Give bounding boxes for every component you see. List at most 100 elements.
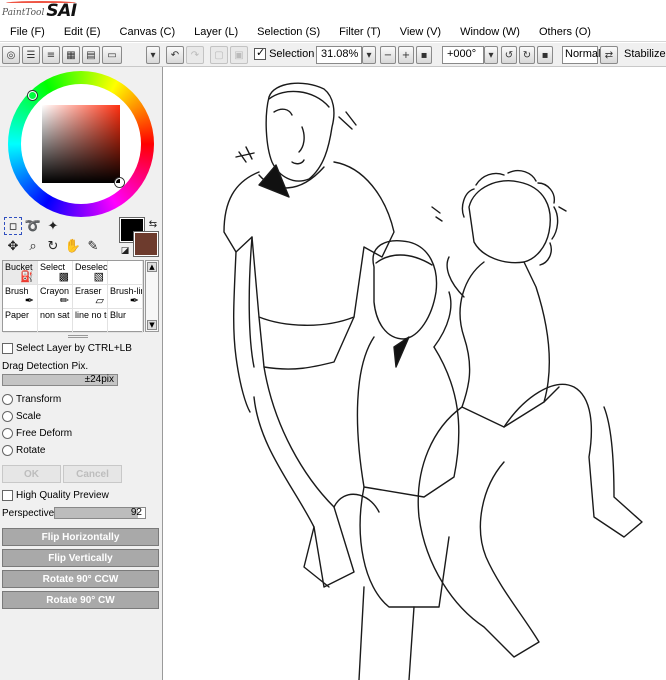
zoom-dropdown-icon[interactable]: ▾	[362, 46, 376, 64]
brush-scrollbar[interactable]: ▲ ▼	[145, 260, 159, 332]
high-quality-preview-label: High Quality Preview	[16, 490, 109, 501]
zoom-reset-icon[interactable]: ▪	[416, 46, 432, 64]
perspective-value: 92	[130, 507, 142, 518]
selection-label: Selection	[269, 48, 315, 60]
panel-resize-handle[interactable]	[68, 335, 88, 338]
zoom-out-icon[interactable]: −	[380, 46, 396, 64]
hue-picker-icon[interactable]	[28, 91, 37, 100]
color-sliders-tab-icon[interactable]: ☰	[22, 46, 40, 64]
zoom-field[interactable]: 31.08%	[316, 46, 362, 64]
transform-radio[interactable]	[2, 394, 13, 405]
rotate-tool-icon[interactable]: ↻	[44, 237, 62, 255]
rotate-ccw-button[interactable]: Rotate 90° CCW	[2, 570, 159, 588]
move-icon[interactable]: ✥	[4, 237, 22, 255]
brush-slot-blur[interactable]: Blur	[108, 309, 143, 333]
hue-ring[interactable]	[8, 71, 154, 217]
menu-window[interactable]: Window (W)	[450, 26, 529, 38]
eraser-icon: ▱	[95, 295, 104, 307]
select-layer-ctrl-option[interactable]: Select Layer by CTRL+LB	[2, 343, 132, 354]
brush-slot-line-no-te[interactable]: line no te	[73, 309, 108, 333]
select-layer-ctrl-checkbox[interactable]	[2, 343, 13, 354]
brush-slot-non-sat[interactable]: non sat	[38, 309, 73, 333]
drag-detection-label: Drag Detection Pix.	[2, 361, 89, 372]
rotation-field[interactable]: +000°	[442, 46, 484, 64]
brush-slot-crayon[interactable]: Crayon ✏	[38, 285, 73, 309]
brush-icon: ✒	[24, 295, 34, 307]
menu-file[interactable]: File (F)	[0, 26, 54, 38]
invert-selection-icon[interactable]: ▣	[230, 46, 248, 64]
blend-mode-field[interactable]: Normal	[562, 46, 600, 64]
brush-slot-empty[interactable]	[108, 261, 143, 285]
scratchpad-tab-icon[interactable]: ▭	[102, 46, 122, 64]
stabilizer-label: Stabilizer	[624, 48, 666, 60]
brush-slot-eraser[interactable]: Eraser ▱	[73, 285, 108, 309]
menu-layer[interactable]: Layer (L)	[184, 26, 247, 38]
rect-select-icon[interactable]: ▫	[4, 217, 22, 235]
scroll-down-icon[interactable]: ▼	[147, 320, 157, 330]
rotation-reset-icon[interactable]: ▪	[537, 46, 553, 64]
rotate-cw-button[interactable]: Rotate 90° CW	[2, 591, 159, 609]
flip-vertically-button[interactable]: Flip Vertically	[2, 549, 159, 567]
panel-menu-icon[interactable]: ▾	[146, 46, 160, 64]
brush-name: non sat	[40, 310, 70, 320]
brush-slot-bucket[interactable]: Bucket ⛽	[3, 261, 38, 285]
saturation-value-square[interactable]	[42, 105, 124, 187]
transform-option[interactable]: Transform	[2, 394, 61, 405]
magic-wand-icon[interactable]: ✦	[44, 217, 62, 235]
free-deform-radio[interactable]	[2, 428, 13, 439]
zoom-in-icon[interactable]: +	[398, 46, 414, 64]
brush-name: Paper	[5, 310, 30, 320]
menu-edit[interactable]: Edit (E)	[54, 26, 110, 38]
brush-slot-brush[interactable]: Brush ✒	[3, 285, 38, 309]
menu-filter[interactable]: Filter (T)	[329, 26, 390, 38]
background-color-swatch[interactable]	[134, 232, 158, 256]
transform-label: Transform	[16, 394, 62, 405]
color-swatches-tab-icon[interactable]: ▦	[62, 46, 80, 64]
brush-slot-deselect[interactable]: Deselect ▧	[73, 261, 108, 285]
scale-option[interactable]: Scale	[2, 411, 41, 422]
app-logo: PaintTool SAI	[2, 1, 77, 21]
color-wheel-tab-icon[interactable]: ◎	[2, 46, 20, 64]
logo-swoosh	[6, 1, 76, 5]
color-mixer-tab-icon[interactable]: ▤	[82, 46, 100, 64]
brush-slot-select[interactable]: Select ▩	[38, 261, 73, 285]
rotate-radio[interactable]	[2, 445, 13, 456]
high-quality-preview-option[interactable]: High Quality Preview	[2, 490, 109, 501]
lasso-icon[interactable]: ➰	[24, 217, 42, 235]
high-quality-preview-checkbox[interactable]	[2, 490, 13, 501]
rotation-dropdown-icon[interactable]: ▾	[484, 46, 498, 64]
eyedropper-icon[interactable]: ✎	[84, 237, 102, 255]
ok-button[interactable]: OK	[2, 465, 61, 483]
undo-icon[interactable]: ↶	[166, 46, 184, 64]
sv-picker-icon[interactable]	[115, 178, 124, 187]
rotate-option[interactable]: Rotate	[2, 445, 45, 456]
drawing-canvas[interactable]	[164, 67, 666, 680]
zoom-tool-icon[interactable]: ⌕	[24, 237, 42, 255]
cancel-button[interactable]: Cancel	[63, 465, 122, 483]
drag-detection-slider[interactable]: ±24pix	[2, 374, 118, 386]
scroll-up-icon[interactable]: ▲	[147, 262, 157, 272]
brush-slot-brush-line[interactable]: Brush-lin ✒	[108, 285, 143, 309]
scale-radio[interactable]	[2, 411, 13, 422]
hand-icon[interactable]: ✋	[64, 237, 82, 255]
menu-canvas[interactable]: Canvas (C)	[110, 26, 185, 38]
perspective-slider[interactable]: 92	[54, 507, 146, 519]
swap-colors-icon[interactable]: ⇆	[144, 215, 162, 233]
menu-selection[interactable]: Selection (S)	[247, 26, 329, 38]
bucket-icon: ⛽	[20, 271, 34, 283]
deselect-toolbar-icon[interactable]: ▢	[210, 46, 228, 64]
rotate-right-icon[interactable]: ↻	[519, 46, 535, 64]
menu-others[interactable]: Others (O)	[529, 26, 600, 38]
reset-colors-icon[interactable]: ◪	[116, 242, 134, 260]
color-hsv-tab-icon[interactable]: ≡	[42, 46, 60, 64]
rotate-label: Rotate	[16, 445, 46, 456]
flip-horizontally-button[interactable]: Flip Horizontally	[2, 528, 159, 546]
redo-icon[interactable]: ↷	[186, 46, 204, 64]
selection-toggle[interactable]: Selection	[254, 46, 315, 61]
free-deform-option[interactable]: Free Deform	[2, 428, 72, 439]
selection-checkbox[interactable]	[254, 46, 266, 61]
menu-view[interactable]: View (V)	[390, 26, 450, 38]
rotate-left-icon[interactable]: ↺	[501, 46, 517, 64]
flip-view-icon[interactable]: ⇄	[600, 46, 618, 64]
brush-slot-paper[interactable]: Paper	[3, 309, 38, 333]
